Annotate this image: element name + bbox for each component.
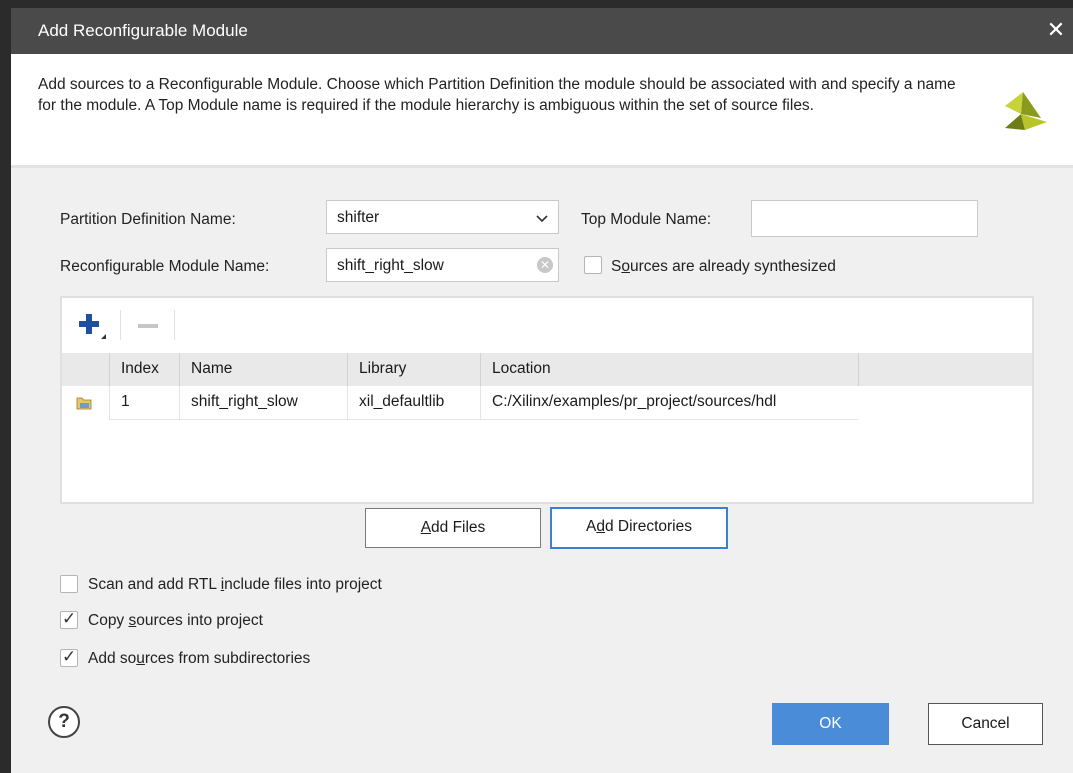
help-icon[interactable]: ? (48, 706, 80, 738)
sources-toolbar (62, 298, 1032, 353)
table-header: Index Name Library Location (62, 353, 1032, 386)
cancel-button[interactable]: Cancel (928, 703, 1043, 745)
sources-panel: Index Name Library Location 1 shift_righ… (60, 296, 1034, 504)
column-header-filler (858, 353, 1032, 386)
row-name: shift_right_slow (179, 386, 347, 420)
checkmark-icon: ✓ (62, 609, 77, 628)
dialog-description: Add sources to a Reconfigurable Module. … (38, 76, 956, 114)
toolbar-divider (120, 310, 121, 340)
synthesized-checkbox[interactable] (584, 256, 602, 274)
top-module-input[interactable] (751, 200, 978, 237)
partition-definition-select[interactable]: shifter (326, 200, 559, 234)
scan-rtl-checkbox[interactable] (60, 575, 78, 593)
add-subdirectories-checkbox[interactable]: ✓ (60, 647, 78, 667)
add-subdirectories-label: Add sources from subdirectories (88, 650, 311, 667)
remove-icon[interactable] (134, 311, 164, 341)
add-files-button[interactable]: Add Files (365, 508, 541, 548)
chevron-down-icon (536, 215, 548, 223)
partition-definition-value: shifter (337, 209, 380, 226)
row-location: C:/Xilinx/examples/pr_project/sources/hd… (480, 386, 858, 420)
folder-icon (76, 397, 92, 410)
partition-definition-label: Partition Definition Name: (60, 211, 236, 228)
rm-name-input[interactable]: shift_right_slow ✕ (326, 248, 559, 282)
ok-button[interactable]: OK (772, 703, 889, 745)
synthesized-label: Sources are already synthesized (611, 258, 836, 275)
clear-icon[interactable]: ✕ (537, 257, 553, 273)
column-header-name[interactable]: Name (179, 353, 347, 386)
close-icon[interactable]: ✕ (1045, 18, 1067, 42)
dialog-title: Add Reconfigurable Module (38, 21, 248, 40)
scan-rtl-label: Scan and add RTL include files into proj… (88, 576, 382, 593)
column-header-library[interactable]: Library (347, 353, 480, 386)
rm-name-value: shift_right_slow (337, 257, 444, 274)
row-index: 1 (109, 386, 179, 420)
copy-sources-checkbox[interactable]: ✓ (60, 609, 78, 629)
column-header-index[interactable]: Index (109, 353, 179, 386)
vivado-logo-icon (1005, 92, 1047, 130)
copy-sources-label: Copy sources into project (88, 612, 263, 629)
table-row[interactable]: 1 shift_right_slow xil_defaultlib C:/Xil… (62, 386, 1032, 420)
add-reconfigurable-module-dialog: Add Reconfigurable Module ✕ Add sources … (11, 8, 1073, 773)
column-header-location[interactable]: Location (480, 353, 858, 386)
top-module-label: Top Module Name: (581, 211, 712, 228)
rm-name-label: Reconfigurable Module Name: (60, 258, 270, 275)
title-bar: Add Reconfigurable Module ✕ (11, 8, 1073, 54)
row-library: xil_defaultlib (347, 386, 480, 420)
add-directories-button[interactable]: Add Directories (550, 507, 728, 549)
toolbar-divider (174, 310, 175, 340)
dialog-header: Add sources to a Reconfigurable Module. … (11, 54, 1073, 168)
checkmark-icon: ✓ (62, 647, 77, 666)
add-icon[interactable] (76, 311, 106, 341)
